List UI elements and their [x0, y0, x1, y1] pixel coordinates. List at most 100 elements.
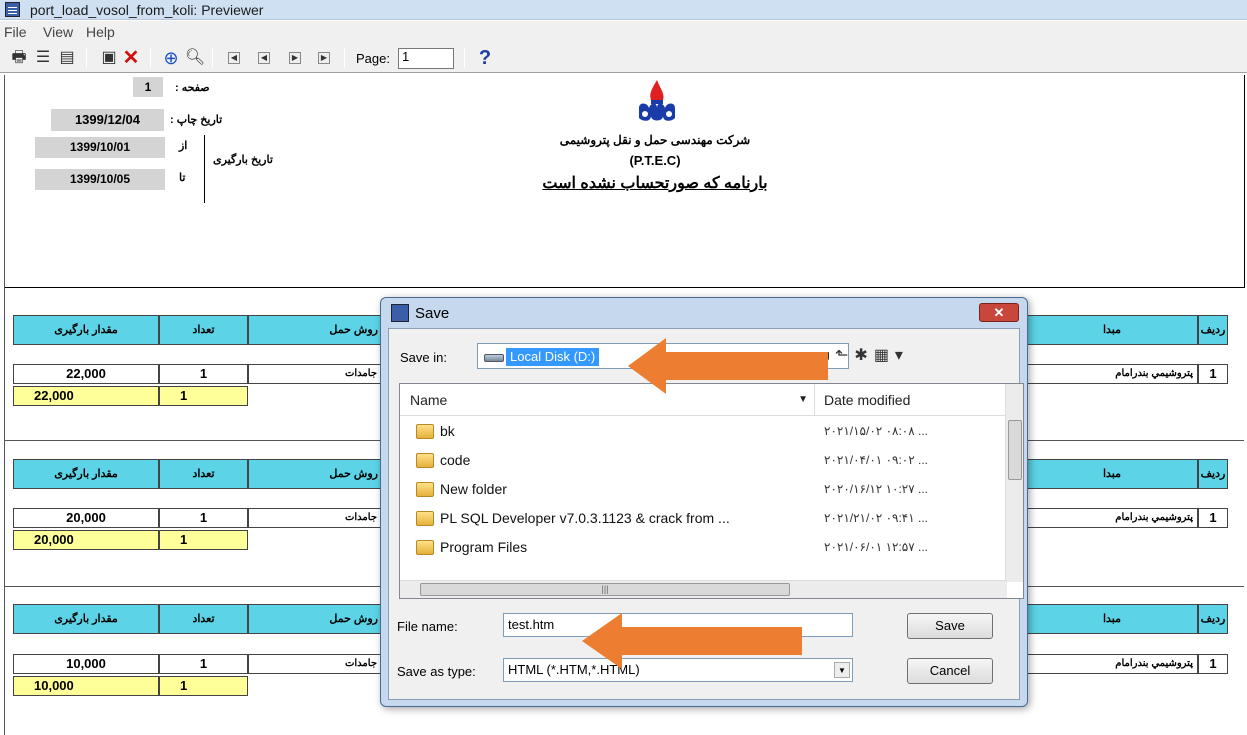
- total-count: 1: [159, 676, 248, 696]
- list-item[interactable]: code ۲۰۲۱/۰۴/۰۱ ۰۹:۰۲ ...: [400, 447, 1000, 476]
- total-amount: 20,000: [13, 530, 159, 550]
- menu-help[interactable]: Help: [86, 24, 115, 40]
- close-icon[interactable]: ✕: [120, 47, 142, 69]
- total-amount: 22,000: [13, 386, 159, 406]
- annotation-arrow: [628, 338, 828, 394]
- cell-row: 1: [1198, 508, 1228, 528]
- zoom-in-icon[interactable]: ⊕: [160, 47, 182, 69]
- next-page-icon[interactable]: ▶: [289, 52, 301, 64]
- file-name-label: File name:: [397, 619, 458, 634]
- page-number-input[interactable]: 1: [398, 48, 454, 69]
- dialog-title: Save: [415, 305, 450, 322]
- annotation-arrow: [582, 613, 802, 669]
- file-name: PL SQL Developer v7.0.3.1123 & crack fro…: [440, 510, 730, 526]
- col-transport-method: روش حمل: [248, 315, 382, 345]
- cell-amount: 10,000: [13, 654, 159, 674]
- print-date-label: تاریخ چاپ :: [170, 114, 223, 126]
- save-icon[interactable]: ▤: [56, 47, 78, 69]
- folder-icon: [416, 482, 434, 497]
- file-name: code: [440, 452, 471, 468]
- save-button[interactable]: Save: [907, 613, 993, 639]
- view-menu-icon[interactable]: ▦▾: [874, 347, 909, 364]
- cell-origin: پتروشیمي بندرامام: [1026, 364, 1198, 384]
- up-folder-icon[interactable]: ⬑: [835, 347, 854, 364]
- help-icon[interactable]: ?: [474, 47, 496, 69]
- scroll-thumb[interactable]: |||: [420, 583, 790, 596]
- cell-row: 1: [1198, 364, 1228, 384]
- first-page-icon[interactable]: ◀: [228, 52, 240, 64]
- col-origin: مبدا: [1026, 604, 1198, 634]
- total-count: 1: [159, 386, 248, 406]
- print-date: 1399/12/04: [51, 109, 164, 131]
- prev-page-icon[interactable]: ◀: [258, 52, 270, 64]
- folder-icon: [416, 453, 434, 468]
- total-count: 1: [159, 530, 248, 550]
- folder-icon: [416, 511, 434, 526]
- new-folder-icon[interactable]: ✱: [854, 347, 873, 364]
- app-icon: [5, 2, 20, 17]
- zoom-out-icon[interactable]: 🔍︎: [184, 47, 206, 69]
- col-load-amount: مقدار بارگیری: [13, 459, 159, 489]
- file-date: ۲۰۲۱/۲۱/۰۲ ۰۹:۴۱ ...: [824, 511, 929, 525]
- drive-icon: [484, 354, 504, 362]
- cell-method: جامدات: [248, 508, 382, 528]
- list-item[interactable]: Program Files ۲۰۲۱/۰۶/۰۱ ۱۲:۵۷ ...: [400, 534, 1000, 563]
- cell-count: 1: [159, 654, 248, 674]
- save-type-label: Save as type:: [397, 664, 476, 679]
- file-date: ۲۰۲۱/۰۶/۰۱ ۱۲:۵۷ ...: [824, 540, 929, 554]
- col-origin: مبدا: [1026, 315, 1198, 345]
- cell-count: 1: [159, 364, 248, 384]
- cell-amount: 22,000: [13, 364, 159, 384]
- cell-method: جامدات: [248, 654, 382, 674]
- col-count: تعداد: [159, 459, 248, 489]
- last-page-icon[interactable]: ▶: [318, 52, 330, 64]
- chevron-down-icon[interactable]: ▼: [834, 662, 850, 678]
- print-setup-icon[interactable]: ☰: [32, 47, 54, 69]
- view-icon[interactable]: ▣: [98, 47, 120, 69]
- column-date-header[interactable]: Date modified: [815, 384, 1006, 416]
- title-bar: port_load_vosol_from_koli: Previewer: [0, 0, 1247, 20]
- file-date: ۲۰۲۱/۰۴/۰۱ ۰۹:۰۲ ...: [824, 453, 929, 467]
- list-item[interactable]: New folder ۲۰۲۰/۱۶/۱۲ ۱۰:۲۷ ...: [400, 476, 1000, 505]
- col-row: ردیف: [1198, 459, 1228, 489]
- menu-view[interactable]: View: [43, 24, 73, 40]
- close-button[interactable]: ✕: [979, 303, 1019, 322]
- folder-icon: [416, 540, 434, 555]
- toolbar-divider: [344, 48, 345, 68]
- horizontal-scrollbar[interactable]: |||: [400, 580, 1007, 598]
- company-logo: [639, 80, 675, 121]
- date-divider: [204, 135, 205, 203]
- nav-toolbar: ◂⬑✱▦▾: [821, 345, 909, 365]
- to-label: تا: [179, 172, 186, 184]
- cell-origin: پتروشیمي بندرامام: [1026, 508, 1198, 528]
- toolbar-divider: [212, 48, 213, 68]
- from-label: از: [179, 140, 188, 152]
- page-label: Page:: [356, 51, 390, 66]
- file-name: bk: [440, 423, 455, 439]
- menu-bar: File View Help: [0, 21, 1247, 43]
- save-in-label: Save in:: [400, 350, 447, 365]
- col-transport-method: روش حمل: [248, 604, 382, 634]
- col-count: تعداد: [159, 604, 248, 634]
- report-header: 1 صفحه : 1399/12/04 تاریخ چاپ : 1399/10/…: [5, 75, 1245, 288]
- cancel-button[interactable]: Cancel: [907, 658, 993, 684]
- column-date-label: Date modified: [824, 392, 911, 408]
- cell-method: جامدات: [248, 364, 382, 384]
- toolbar: 🖶 ☰ ▤ ▣ ✕ ⊕ 🔍︎ ◀ ◀ ▶ ▶ Page: 1 ?: [0, 43, 1247, 73]
- file-name: New folder: [440, 481, 507, 497]
- cell-amount: 20,000: [13, 508, 159, 528]
- vertical-scrollbar[interactable]: [1005, 384, 1023, 582]
- scroll-thumb[interactable]: [1008, 420, 1022, 480]
- dialog-app-icon: [391, 304, 409, 322]
- toolbar-divider: [464, 48, 465, 68]
- file-name: Program Files: [440, 539, 528, 555]
- list-item[interactable]: PL SQL Developer v7.0.3.1123 & crack fro…: [400, 505, 1000, 534]
- page-label: صفحه :: [175, 82, 210, 94]
- menu-file[interactable]: File: [4, 24, 27, 40]
- print-icon[interactable]: 🖶: [8, 47, 30, 69]
- from-date: 1399/10/01: [35, 137, 165, 158]
- total-amount: 10,000: [13, 676, 159, 696]
- list-item[interactable]: bk ۲۰۲۱/۱۵/۰۲ ۰۸:۰۸ ...: [400, 418, 1000, 447]
- col-row: ردیف: [1198, 315, 1228, 345]
- to-date: 1399/10/05: [35, 169, 165, 190]
